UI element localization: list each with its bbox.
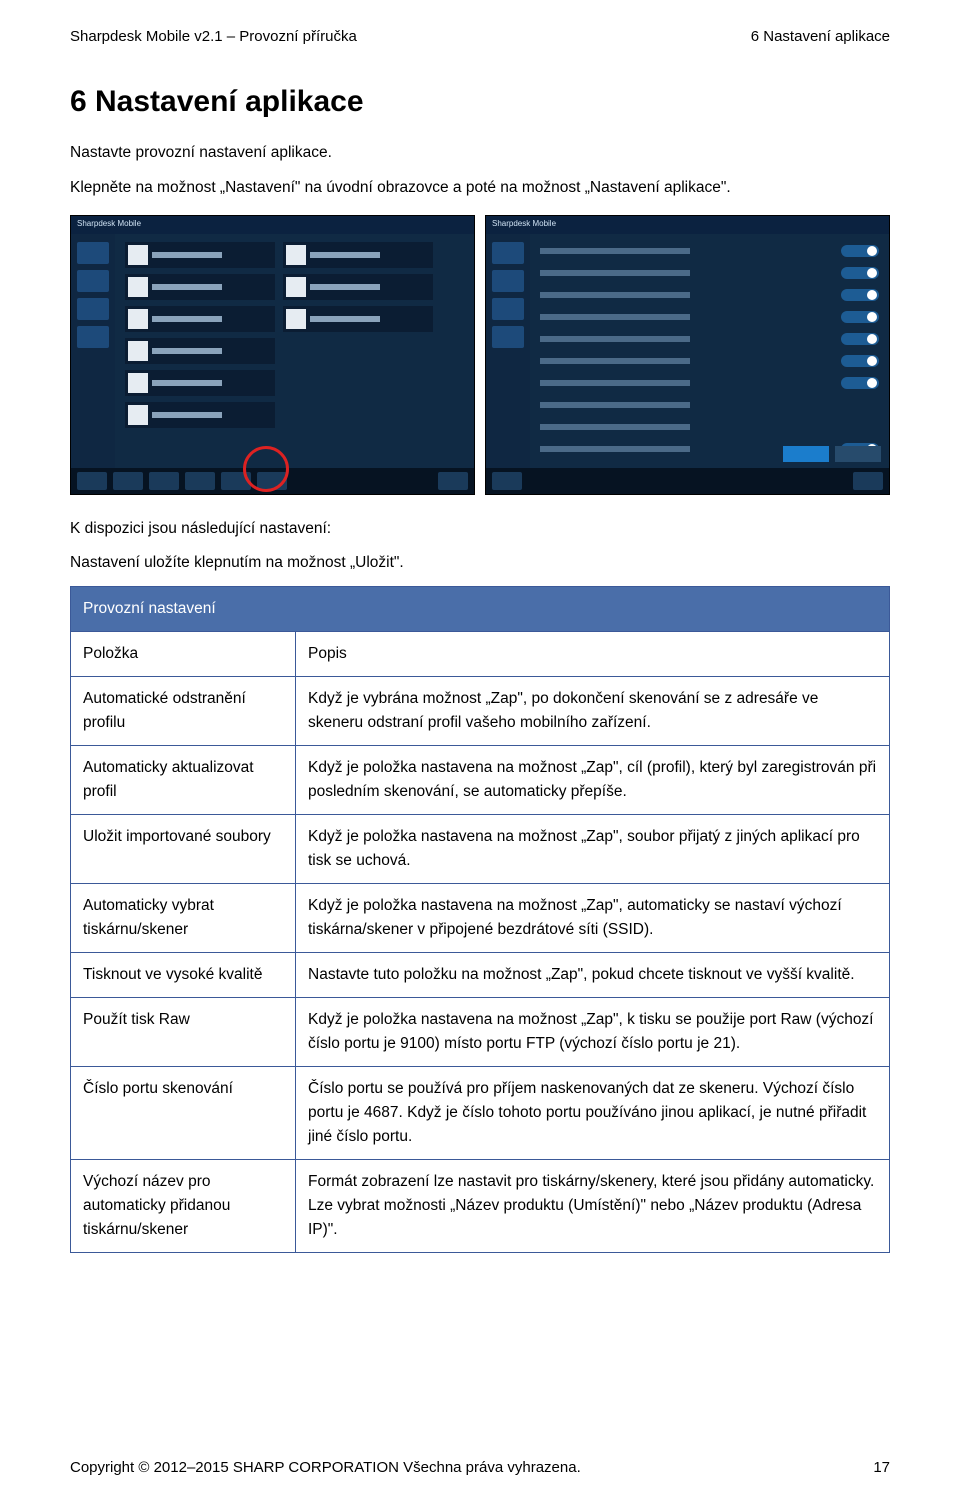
- table-col-item: Položka: [71, 632, 296, 677]
- screenshot-left-sidebar: [71, 234, 115, 468]
- table-cell-desc: Když je položka nastavena na možnost „Za…: [296, 998, 890, 1067]
- table-row: Automaticky aktualizovat profilKdyž je p…: [71, 746, 890, 815]
- table-cell-item: Tisknout ve vysoké kvalitě: [71, 953, 296, 998]
- table-cell-desc: Číslo portu se používá pro příjem nasken…: [296, 1067, 890, 1160]
- table-category-header: Provozní nastavení: [71, 587, 890, 632]
- screenshot-left-bottombar: [71, 468, 474, 494]
- sidebar-icon: [492, 242, 524, 264]
- page-footer: Copyright © 2012–2015 SHARP CORPORATION …: [70, 1459, 890, 1476]
- after-image-text-2: Nastavení uložíte klepnutím na možnost „…: [70, 551, 890, 576]
- page: Sharpdesk Mobile v2.1 – Provozní příručk…: [0, 0, 960, 1506]
- screenshot-left-content: [115, 234, 474, 468]
- sidebar-icon: [77, 270, 109, 292]
- cancel-button-icon: [835, 446, 881, 462]
- section-title: 6 Nastavení aplikace: [70, 85, 890, 119]
- screenshot-right-content: [530, 234, 889, 468]
- settings-table-body: Automatické odstranění profiluKdyž je vy…: [71, 677, 890, 1253]
- screenshot-right-bottombar: [486, 468, 889, 494]
- table-cell-item: Uložit importované soubory: [71, 815, 296, 884]
- intro-text-2: Klepněte na možnost „Nastavení" na úvodn…: [70, 176, 890, 201]
- sidebar-icon: [77, 326, 109, 348]
- screenshot-row: Sharpdesk Mobile Sharpdesk: [70, 215, 890, 495]
- table-row: Výchozí název pro automaticky přidanou t…: [71, 1160, 890, 1253]
- table-col-desc: Popis: [296, 632, 890, 677]
- footer-copyright: Copyright © 2012–2015 SHARP CORPORATION …: [70, 1459, 581, 1476]
- table-cell-desc: Když je položka nastavena na možnost „Za…: [296, 884, 890, 953]
- footer-page-number: 17: [873, 1459, 890, 1476]
- sidebar-icon: [77, 298, 109, 320]
- screenshot-left-title: Sharpdesk Mobile: [71, 216, 474, 234]
- table-cell-desc: Když je vybrána možnost „Zap", po dokonč…: [296, 677, 890, 746]
- after-image-text-1: K dispozici jsou následující nastavení:: [70, 517, 890, 542]
- sidebar-icon: [492, 298, 524, 320]
- screenshot-right: Sharpdesk Mobile: [485, 215, 890, 495]
- sidebar-icon: [77, 242, 109, 264]
- table-cell-item: Výchozí název pro automaticky přidanou t…: [71, 1160, 296, 1253]
- table-cell-desc: Když je položka nastavena na možnost „Za…: [296, 746, 890, 815]
- table-cell-item: Automatické odstranění profilu: [71, 677, 296, 746]
- screenshot-right-sidebar: [486, 234, 530, 468]
- table-cell-item: Automaticky vybrat tiskárnu/skener: [71, 884, 296, 953]
- screenshot-right-title: Sharpdesk Mobile: [486, 216, 889, 234]
- table-row: Automatické odstranění profiluKdyž je vy…: [71, 677, 890, 746]
- table-row: Uložit importované souboryKdyž je položk…: [71, 815, 890, 884]
- page-header: Sharpdesk Mobile v2.1 – Provozní příručk…: [70, 28, 890, 45]
- table-cell-item: Číslo portu skenování: [71, 1067, 296, 1160]
- table-row: Použít tisk RawKdyž je položka nastavena…: [71, 998, 890, 1067]
- header-left: Sharpdesk Mobile v2.1 – Provozní příručk…: [70, 28, 357, 45]
- intro-text-1: Nastavte provozní nastavení aplikace.: [70, 141, 890, 166]
- screenshot-left: Sharpdesk Mobile: [70, 215, 475, 495]
- table-cell-desc: Když je položka nastavena na možnost „Za…: [296, 815, 890, 884]
- table-cell-item: Automaticky aktualizovat profil: [71, 746, 296, 815]
- sidebar-icon: [492, 326, 524, 348]
- table-row: Číslo portu skenováníČíslo portu se použ…: [71, 1067, 890, 1160]
- save-button-icon: [783, 446, 829, 462]
- settings-table: Provozní nastavení Položka Popis Automat…: [70, 586, 890, 1253]
- table-row: Automaticky vybrat tiskárnu/skenerKdyž j…: [71, 884, 890, 953]
- table-cell-desc: Formát zobrazení lze nastavit pro tiskár…: [296, 1160, 890, 1253]
- header-right: 6 Nastavení aplikace: [751, 28, 890, 45]
- sidebar-icon: [492, 270, 524, 292]
- table-cell-desc: Nastavte tuto položku na možnost „Zap", …: [296, 953, 890, 998]
- table-row: Tisknout ve vysoké kvalitěNastavte tuto …: [71, 953, 890, 998]
- table-cell-item: Použít tisk Raw: [71, 998, 296, 1067]
